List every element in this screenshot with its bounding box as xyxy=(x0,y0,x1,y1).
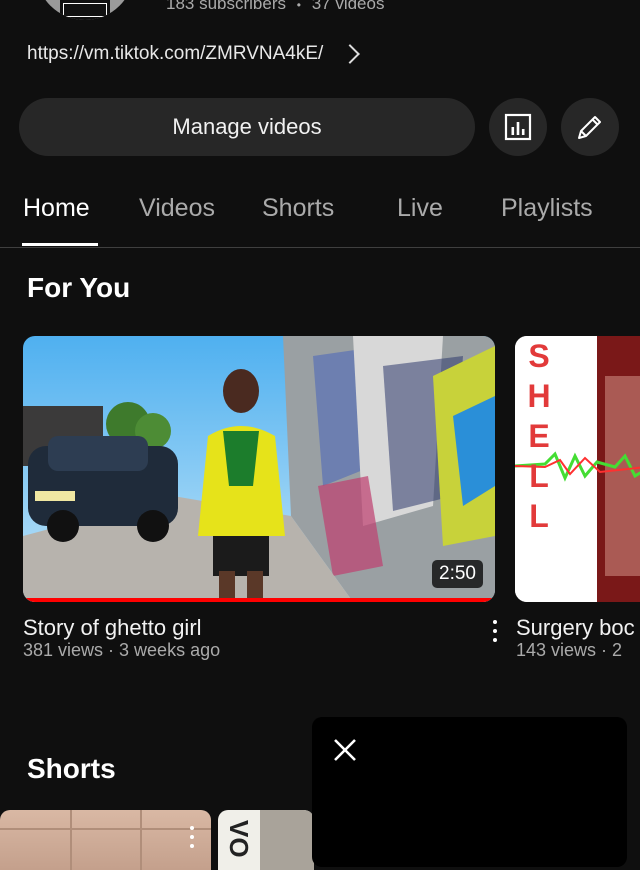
channel-link[interactable]: https://vm.tiktok.com/ZMRVNA4kE/ xyxy=(27,43,323,65)
watch-progress-bar xyxy=(23,598,495,602)
video-duration: 2:50 xyxy=(432,560,483,588)
analytics-icon xyxy=(504,113,532,141)
manage-videos-label: Manage videos xyxy=(172,114,322,139)
video-meta: 143 views · 2 xyxy=(516,640,623,660)
video-title[interactable]: Story of ghetto girl xyxy=(23,615,202,641)
subscriber-count: 183 subscribers xyxy=(166,0,287,13)
pencil-icon xyxy=(578,116,601,139)
tab-shorts[interactable]: Shorts xyxy=(262,194,334,223)
tab-live[interactable]: Live xyxy=(397,194,443,223)
thumbnail-vertical-text: SHELL xyxy=(521,338,557,538)
manage-videos-button[interactable]: Manage videos xyxy=(19,98,475,156)
video-title[interactable]: Surgery boc xyxy=(516,615,635,641)
street-scene-image xyxy=(23,336,495,602)
tabs-divider xyxy=(0,247,640,248)
short-more-options-icon[interactable] xyxy=(188,826,196,848)
mini-player[interactable] xyxy=(312,717,627,867)
chevron-right-icon xyxy=(340,44,361,64)
short-thumbnail-text: VO xyxy=(224,820,254,858)
video-meta: 381 views · 3 weeks ago xyxy=(23,640,221,660)
short-thumbnail[interactable]: VO xyxy=(218,810,314,870)
more-options-icon[interactable] xyxy=(489,620,501,642)
tab-home[interactable]: Home xyxy=(23,194,90,223)
close-icon[interactable] xyxy=(332,737,358,763)
shorts-heading: Shorts xyxy=(27,753,116,784)
channel-stats: 183 subscribers • 37 videos xyxy=(166,0,384,14)
video-thumbnail[interactable]: SHELL xyxy=(515,336,640,602)
channel-tabs: Home Videos Shorts Live Playlists xyxy=(0,190,640,248)
video-thumbnail[interactable]: 2:50 xyxy=(23,336,495,602)
video-count: 37 videos xyxy=(311,0,385,13)
parental-advisory-logo xyxy=(60,0,110,20)
short-thumbnail[interactable] xyxy=(0,810,211,870)
for-you-heading: For You xyxy=(27,272,131,303)
active-tab-indicator xyxy=(22,243,98,246)
channel-link-row[interactable]: https://vm.tiktok.com/ZMRVNA4kE/ xyxy=(27,40,361,68)
stats-separator: • xyxy=(296,0,301,12)
tab-playlists[interactable]: Playlists xyxy=(501,194,593,223)
edit-channel-button[interactable] xyxy=(561,98,619,156)
tab-videos[interactable]: Videos xyxy=(139,194,215,223)
channel-avatar[interactable] xyxy=(36,0,134,20)
analytics-button[interactable] xyxy=(489,98,547,156)
